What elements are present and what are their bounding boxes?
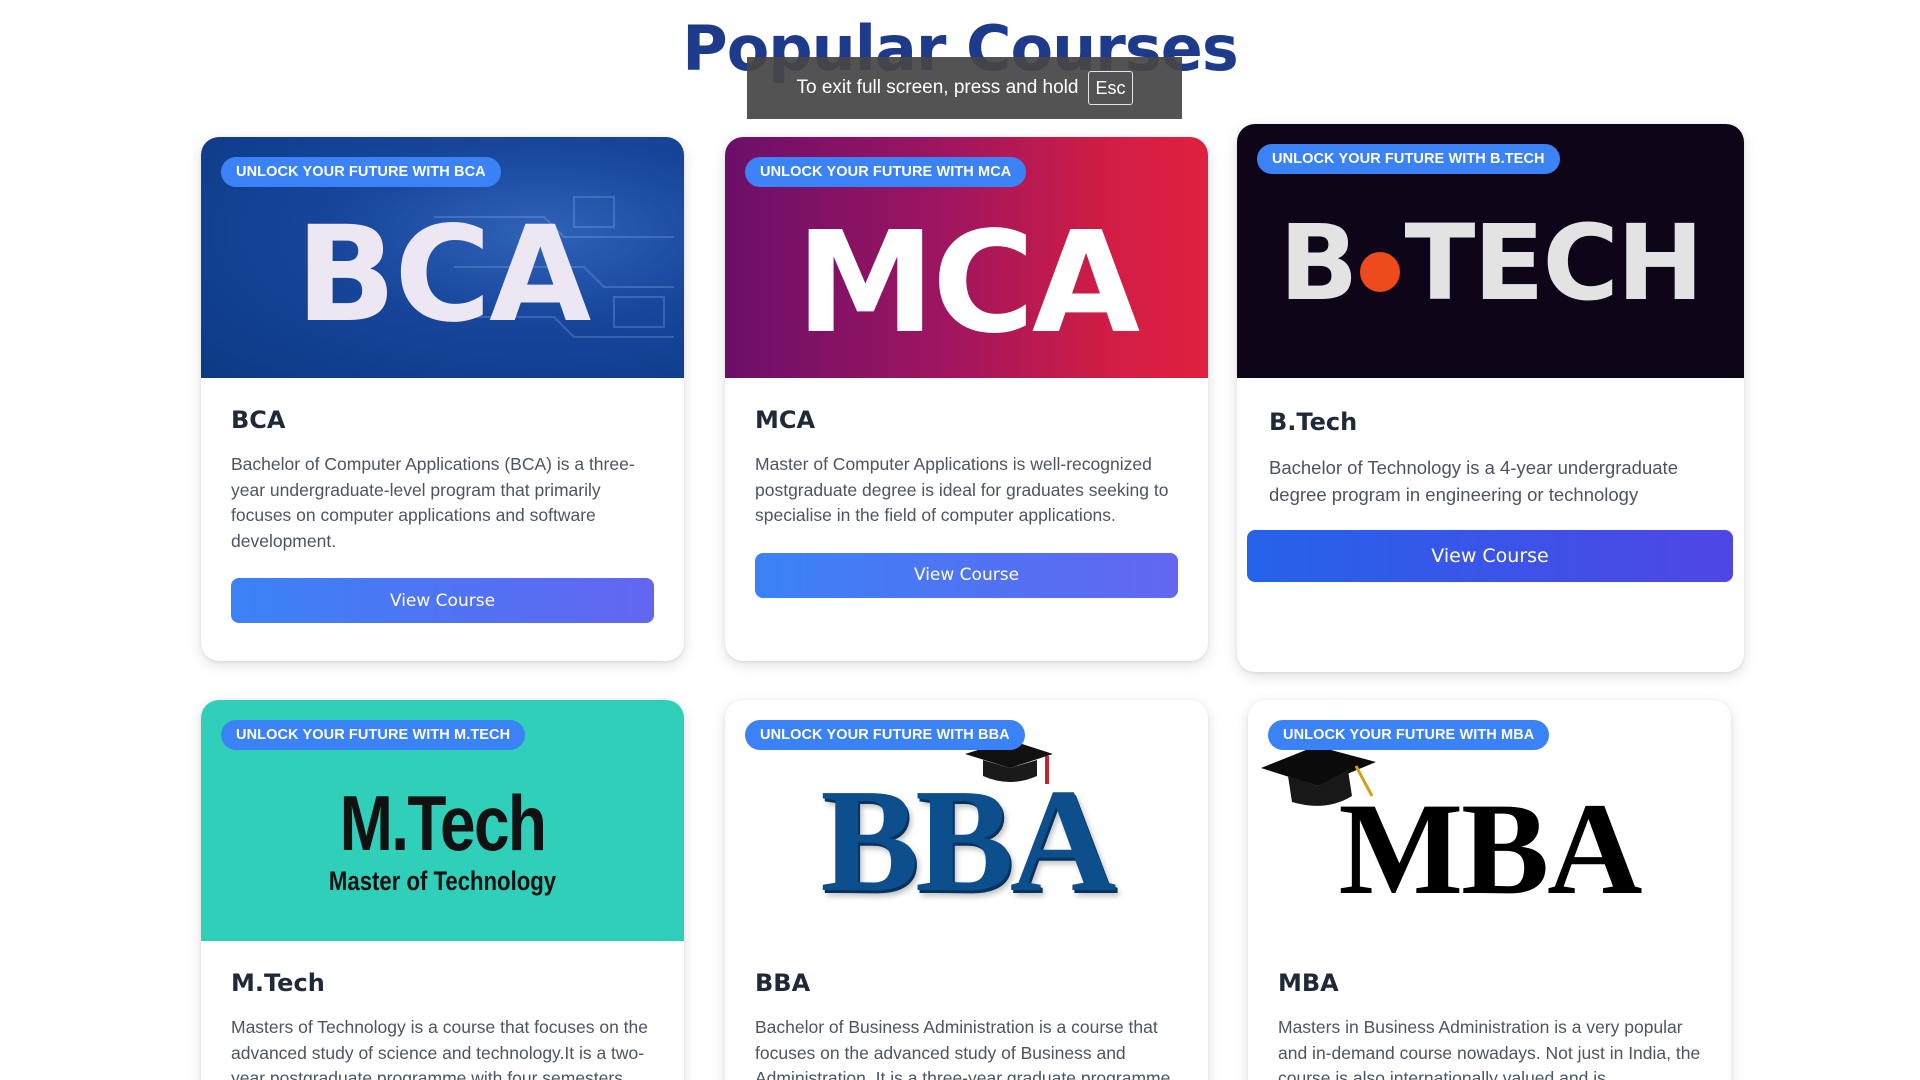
esc-key-hint: Esc [1088, 71, 1133, 105]
course-banner-bba: UNLOCK YOUR FUTURE WITH BBA BBA [725, 700, 1208, 941]
course-card-mca: UNLOCK YOUR FUTURE WITH MCA MCA MCA Mast… [725, 137, 1208, 661]
course-title: B.Tech [1269, 408, 1358, 436]
course-badge: UNLOCK YOUR FUTURE WITH M.TECH [221, 720, 526, 750]
course-title: MBA [1278, 969, 1339, 997]
course-banner-mba: UNLOCK YOUR FUTURE WITH MBA MBA [1248, 700, 1731, 941]
course-title: BBA [755, 969, 811, 997]
view-course-button-mca[interactable]: View Course [755, 552, 1178, 598]
course-banner-bca: UNLOCK YOUR FUTURE WITH BCA BCA [201, 137, 684, 378]
course-badge: UNLOCK YOUR FUTURE WITH B.TECH [1257, 144, 1560, 174]
course-badge: UNLOCK YOUR FUTURE WITH MCA [745, 157, 1027, 187]
view-course-button-bca[interactable]: View Course [231, 578, 654, 623]
banner-text: M.Tech [339, 779, 547, 867]
course-description: Bachelor of Technology is a 4-year under… [1269, 457, 1678, 505]
course-title: BCA [231, 406, 286, 434]
course-banner-mca: UNLOCK YOUR FUTURE WITH MCA MCA [725, 137, 1208, 378]
banner-text: MCA [795, 202, 1140, 365]
course-description: Bachelor of Business Administration is a… [755, 1017, 1176, 1080]
course-title: M.Tech [231, 969, 325, 997]
course-badge: UNLOCK YOUR FUTURE WITH MBA [1268, 720, 1550, 750]
course-badge: UNLOCK YOUR FUTURE WITH BBA [745, 720, 1025, 750]
course-card-bca: UNLOCK YOUR FUTURE WITH BCA BCA BCA Bach… [201, 137, 684, 661]
graduation-cap-icon [1261, 746, 1376, 806]
banner-text-left: B [1279, 202, 1358, 324]
orange-dot-icon [1360, 252, 1401, 292]
course-card-mba: UNLOCK YOUR FUTURE WITH MBA MBA MBA Mast… [1248, 700, 1731, 1080]
course-description: Master of Computer Applications is well-… [755, 454, 1169, 525]
course-description: Bachelor of Computer Applications (BCA) … [231, 454, 635, 551]
banner-text-right: TECH [1404, 202, 1703, 324]
course-banner-btech: UNLOCK YOUR FUTURE WITH B.TECH B TECH [1237, 124, 1744, 378]
course-badge: UNLOCK YOUR FUTURE WITH BCA [221, 157, 501, 187]
course-banner-mtech: UNLOCK YOUR FUTURE WITH M.TECH M.Tech Ma… [201, 700, 684, 941]
course-card-mtech: UNLOCK YOUR FUTURE WITH M.TECH M.Tech Ma… [201, 700, 684, 1080]
view-course-button-btech[interactable]: View Course [1247, 530, 1733, 582]
course-card-bba: UNLOCK YOUR FUTURE WITH BBA BBA BBA Bach… [725, 700, 1208, 1080]
fullscreen-notice-text: To exit full screen, press and hold [796, 77, 1079, 98]
banner-text: B TECH [1279, 202, 1704, 324]
course-title: MCA [755, 406, 816, 434]
banner-subtext: Master of Technology [328, 866, 557, 896]
banner-text: BCA [295, 197, 592, 352]
course-description: Masters of Technology is a course that f… [231, 1017, 648, 1080]
course-description: Masters in Business Administration is a … [1278, 1017, 1701, 1080]
fullscreen-exit-notice: To exit full screen, press and hold Esc [747, 57, 1182, 119]
course-card-btech: UNLOCK YOUR FUTURE WITH B.TECH B TECH B.… [1237, 124, 1744, 672]
